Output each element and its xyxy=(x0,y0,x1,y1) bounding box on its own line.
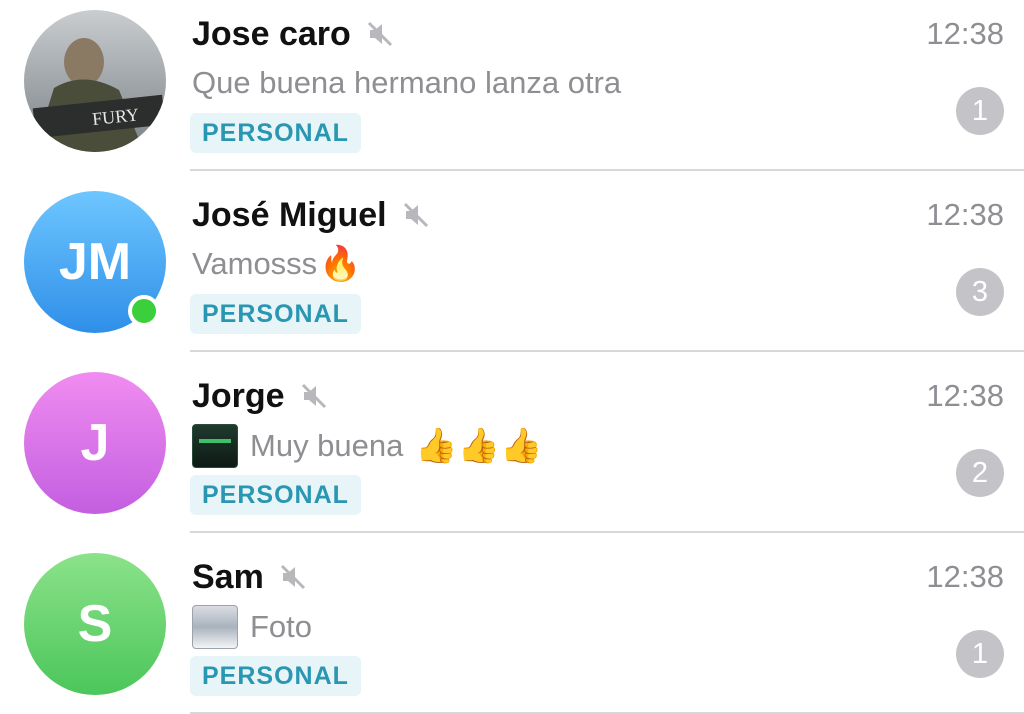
chat-row-jose-miguel[interactable]: JM José Miguel 12:38 Vamosss 🔥 PERSONAL … xyxy=(0,181,1024,362)
preview-text: Que buena hermano lanza otra xyxy=(192,65,622,100)
divider xyxy=(190,169,1024,171)
folder-tag: PERSONAL xyxy=(190,113,361,153)
preview-text: Muy buena xyxy=(250,428,404,463)
mute-icon xyxy=(403,202,428,228)
chat-preview: Muy buena 👍👍👍 xyxy=(192,424,542,468)
chat-list: FURY Jose caro 12:38 Que buena hermano l… xyxy=(0,0,1024,714)
chat-preview: Que buena hermano lanza otra xyxy=(192,62,621,104)
folder-tag: PERSONAL xyxy=(190,294,361,334)
avatar: J xyxy=(24,372,166,514)
mute-icon xyxy=(280,564,305,590)
image-thumbnail-icon xyxy=(192,424,238,468)
chat-row-jorge[interactable]: J Jorge 12:38 Muy buena 👍👍👍 PERSONAL 2 xyxy=(0,362,1024,543)
chat-preview: Vamosss 🔥 xyxy=(192,243,362,285)
chat-preview: Foto xyxy=(192,605,312,649)
unread-badge: 1 xyxy=(956,87,1004,135)
chat-time: 12:38 xyxy=(926,197,1004,232)
unread-badge: 1 xyxy=(956,630,1004,678)
photo-thumbnail-icon xyxy=(192,605,238,649)
preview-text: Vamosss xyxy=(192,246,318,281)
online-indicator xyxy=(128,295,160,327)
mute-icon xyxy=(301,383,326,409)
chat-name: Sam xyxy=(192,558,264,596)
preview-text: Foto xyxy=(250,609,313,644)
avatar: FURY xyxy=(24,10,166,152)
chat-time: 12:38 xyxy=(926,16,1004,51)
folder-tag: PERSONAL xyxy=(190,656,361,696)
avatar-initials: J xyxy=(24,372,166,514)
divider xyxy=(190,531,1024,533)
unread-badge: 2 xyxy=(956,449,1004,497)
unread-badge: 3 xyxy=(956,268,1004,316)
divider xyxy=(190,350,1024,352)
avatar: S xyxy=(24,553,166,695)
chat-time: 12:38 xyxy=(926,378,1004,413)
chat-name: José Miguel xyxy=(192,196,387,234)
fire-emoji: 🔥 xyxy=(319,245,362,283)
folder-tag: PERSONAL xyxy=(190,475,361,515)
chat-name: Jose caro xyxy=(192,15,351,53)
chat-row-sam[interactable]: S Sam 12:38 Foto PERSONAL 1 xyxy=(0,543,1024,714)
avatar-initials: S xyxy=(24,553,166,695)
avatar-photo: FURY xyxy=(24,10,166,152)
mute-icon xyxy=(367,21,392,47)
chat-time: 12:38 xyxy=(926,559,1004,594)
chat-name: Jorge xyxy=(192,377,285,415)
thumbs-up-emoji: 👍👍👍 xyxy=(415,427,543,465)
chat-row-jose-caro[interactable]: FURY Jose caro 12:38 Que buena hermano l… xyxy=(0,0,1024,181)
